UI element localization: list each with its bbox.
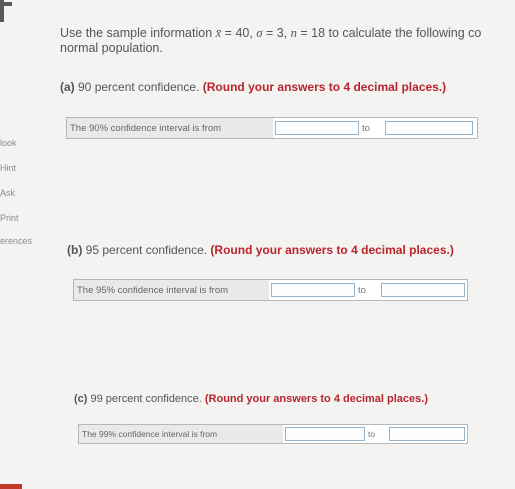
lower-bound-input-c[interactable] xyxy=(285,427,365,441)
part-c-heading: (c) 99 percent confidence. (Round your a… xyxy=(74,393,428,405)
round-instruction: (Round your answers to 4 decimal places.… xyxy=(204,393,428,405)
ci-row-label: The 95% confidence interval is from xyxy=(74,280,269,300)
problem-line-2: normal population. xyxy=(60,41,163,55)
part-b-heading: (b) 95 percent confidence. (Round your a… xyxy=(67,243,454,257)
plus-icon xyxy=(0,0,20,26)
ci-row-label: The 99% confidence interval is from xyxy=(79,425,283,443)
to-label: to xyxy=(362,122,370,134)
sidebar-item-ebook[interactable]: look xyxy=(0,138,17,148)
upper-bound-input-c[interactable] xyxy=(389,427,465,441)
lower-bound-input-a[interactable] xyxy=(275,121,359,135)
part-a-heading: (a) 90 percent confidence. (Round your a… xyxy=(60,80,447,94)
sidebar-item-references[interactable]: erences xyxy=(0,236,32,246)
ci-row-label: The 90% confidence interval is from xyxy=(67,118,273,138)
ci-row-a: The 90% confidence interval is from to xyxy=(66,117,478,139)
round-instruction: (Round your answers to 4 decimal places.… xyxy=(210,243,454,257)
part-letter: (c) xyxy=(74,393,88,405)
to-label: to xyxy=(358,284,366,296)
problem-line-1: Use the sample information x̄ = 40, σ = … xyxy=(60,26,482,40)
part-letter: (b) xyxy=(67,243,83,257)
lower-bound-input-b[interactable] xyxy=(271,283,355,297)
round-instruction: (Round your answers to 4 decimal places.… xyxy=(202,80,447,94)
sidebar-item-print[interactable]: Print xyxy=(0,213,19,223)
sidebar-item-ask[interactable]: Ask xyxy=(0,188,15,198)
to-label: to xyxy=(368,429,376,439)
part-letter: (a) xyxy=(60,80,75,94)
problem-statement: Use the sample information x̄ = 40, σ = … xyxy=(60,26,515,56)
sidebar-item-hint[interactable]: Hint xyxy=(0,163,16,173)
ci-row-c: The 99% confidence interval is from to xyxy=(78,424,468,444)
corner-bar xyxy=(0,484,22,489)
upper-bound-input-a[interactable] xyxy=(385,121,473,135)
ci-row-b: The 95% confidence interval is from to xyxy=(73,279,468,301)
upper-bound-input-b[interactable] xyxy=(381,283,465,297)
